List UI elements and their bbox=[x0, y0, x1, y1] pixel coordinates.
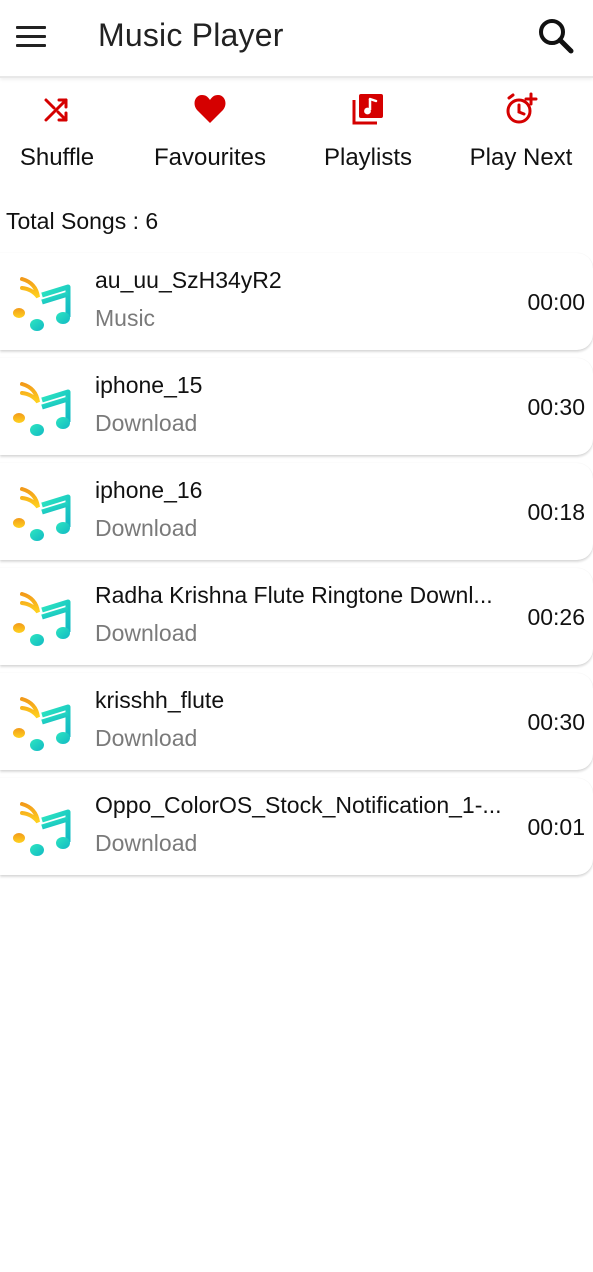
music-note-icon bbox=[12, 378, 72, 436]
song-row[interactable]: Oppo_ColorOS_Stock_Notification_1-... Do… bbox=[0, 778, 593, 875]
play-next-label: Play Next bbox=[469, 144, 573, 171]
song-row[interactable]: iphone_15 Download 00:30 bbox=[0, 358, 593, 455]
song-duration: 00:30 bbox=[527, 394, 585, 420]
music-note-icon bbox=[12, 273, 72, 331]
song-duration: 00:18 bbox=[527, 499, 585, 525]
song-row[interactable]: krisshh_flute Download 00:30 bbox=[0, 673, 593, 770]
shuffle-label: Shuffle bbox=[19, 144, 95, 171]
shuffle-icon bbox=[44, 98, 68, 122]
music-note-icon bbox=[12, 483, 72, 541]
search-icon[interactable] bbox=[537, 17, 575, 55]
app-bar: Music Player bbox=[0, 0, 593, 78]
heart-icon bbox=[194, 95, 226, 123]
song-duration: 00:26 bbox=[527, 604, 585, 630]
song-row[interactable]: Radha Krishna Flute Ringtone Downl... Do… bbox=[0, 568, 593, 665]
song-list: au_uu_SzH34yR2 Music 00:00 iphone_15 Dow… bbox=[0, 253, 593, 883]
quick-actions: Shuffle Favourites Playlists Play Next bbox=[0, 90, 593, 180]
song-folder: Download bbox=[95, 725, 198, 751]
alarm-add-icon bbox=[506, 92, 538, 124]
menu-icon[interactable] bbox=[14, 22, 50, 52]
song-title: iphone_16 bbox=[95, 477, 203, 503]
song-title: Oppo_ColorOS_Stock_Notification_1-... bbox=[95, 792, 502, 818]
song-duration: 00:01 bbox=[527, 814, 585, 840]
song-duration: 00:30 bbox=[527, 709, 585, 735]
favourites-label: Favourites bbox=[153, 144, 267, 171]
song-title: Radha Krishna Flute Ringtone Downl... bbox=[95, 582, 493, 608]
music-note-icon bbox=[12, 693, 72, 751]
music-note-icon bbox=[12, 798, 72, 856]
shuffle-button[interactable]: Shuffle bbox=[0, 90, 114, 178]
playlists-label: Playlists bbox=[323, 144, 413, 171]
favourites-button[interactable]: Favourites bbox=[140, 90, 280, 178]
song-folder: Download bbox=[95, 515, 198, 541]
playlist-icon bbox=[352, 94, 383, 125]
song-title: iphone_15 bbox=[95, 372, 203, 398]
music-note-icon bbox=[12, 588, 72, 646]
total-songs-label: Total Songs : 6 bbox=[6, 208, 159, 234]
song-row[interactable]: iphone_16 Download 00:18 bbox=[0, 463, 593, 560]
song-folder: Download bbox=[95, 620, 198, 646]
song-duration: 00:00 bbox=[527, 289, 585, 315]
play-next-button[interactable]: Play Next bbox=[456, 90, 586, 178]
song-folder: Music bbox=[95, 305, 156, 331]
song-folder: Download bbox=[95, 410, 198, 436]
playlists-button[interactable]: Playlists bbox=[308, 90, 428, 178]
song-folder: Download bbox=[95, 830, 198, 856]
song-row[interactable]: au_uu_SzH34yR2 Music 00:00 bbox=[0, 253, 593, 350]
app-title: Music Player bbox=[98, 17, 284, 53]
song-title: au_uu_SzH34yR2 bbox=[95, 267, 282, 293]
song-title: krisshh_flute bbox=[95, 687, 225, 713]
